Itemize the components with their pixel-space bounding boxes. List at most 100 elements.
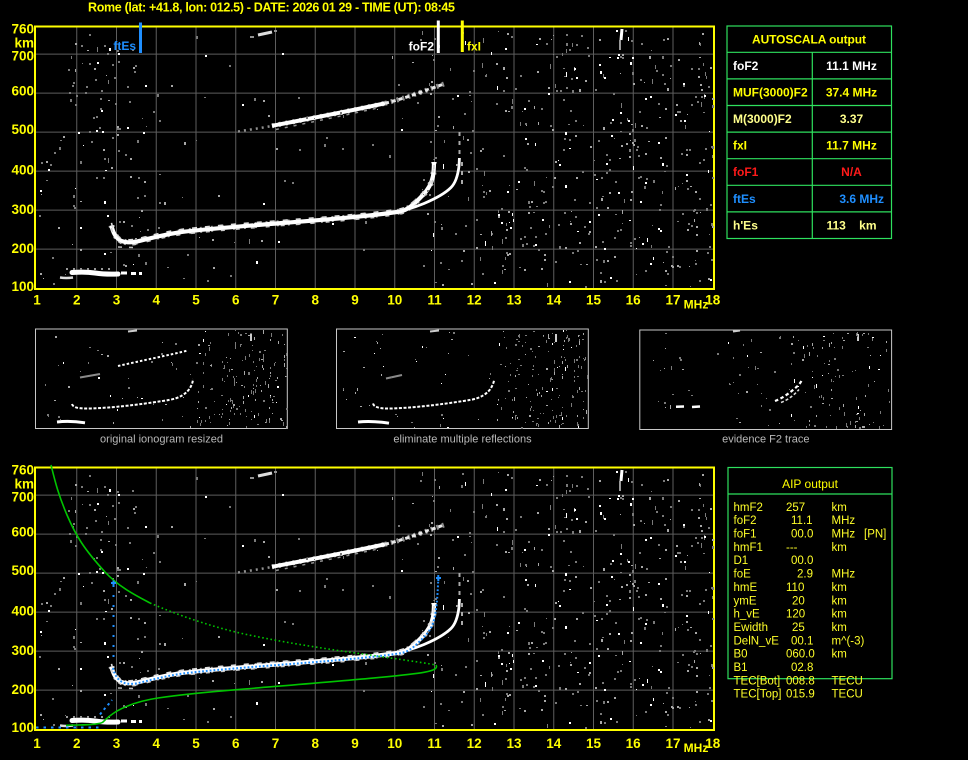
svg-text:14: 14 xyxy=(546,293,562,308)
svg-text:MHz: MHz xyxy=(832,569,856,581)
svg-text:113 km: 113 km xyxy=(826,218,876,232)
svg-text:N/A: N/A xyxy=(841,165,862,179)
svg-text:hmF1: hmF1 xyxy=(734,542,763,554)
svg-text:16: 16 xyxy=(626,293,642,308)
svg-text:D1: D1 xyxy=(734,555,749,567)
svg-text:6: 6 xyxy=(232,293,240,308)
svg-text:060.0: 060.0 xyxy=(786,649,815,661)
svg-text:4: 4 xyxy=(152,293,160,308)
svg-text:foE: foE xyxy=(734,569,752,581)
svg-text:foF1: foF1 xyxy=(733,165,759,179)
svg-text:Rome (lat: +41.8, lon: 012.5): Rome (lat: +41.8, lon: 012.5) - DATE: 20… xyxy=(88,1,455,15)
svg-text:200: 200 xyxy=(11,241,34,256)
svg-text:M(3000)F2: M(3000)F2 xyxy=(733,112,792,126)
svg-text:Ewidth: Ewidth xyxy=(734,622,769,634)
svg-text:DelN_vE: DelN_vE xyxy=(734,635,780,647)
svg-text:MHz: MHz xyxy=(684,298,709,312)
svg-text:4: 4 xyxy=(152,736,160,751)
svg-text:2.9: 2.9 xyxy=(797,569,813,581)
svg-text:760: 760 xyxy=(11,22,34,37)
svg-text:13: 13 xyxy=(506,736,522,751)
svg-text:km: km xyxy=(832,595,847,607)
svg-text:3.37: 3.37 xyxy=(840,112,864,126)
svg-text:TECU: TECU xyxy=(832,675,863,687)
svg-text:MHz: MHz xyxy=(832,529,856,541)
svg-text:11.1 MHz: 11.1 MHz xyxy=(826,59,877,73)
svg-text:15: 15 xyxy=(586,736,602,751)
svg-text:7: 7 xyxy=(272,736,280,751)
svg-text:hmE: hmE xyxy=(734,582,758,594)
svg-text:02.8: 02.8 xyxy=(791,662,813,674)
svg-text:7: 7 xyxy=(272,293,280,308)
svg-text:foF2: foF2 xyxy=(733,59,759,73)
svg-text:MHz: MHz xyxy=(684,741,709,755)
svg-text:14: 14 xyxy=(546,736,562,751)
svg-text:MHz: MHz xyxy=(832,515,856,527)
svg-text:10: 10 xyxy=(387,736,402,751)
svg-text:13: 13 xyxy=(506,293,522,308)
svg-text:100: 100 xyxy=(11,279,34,294)
svg-text:evidence F2 trace: evidence F2 trace xyxy=(722,434,809,446)
svg-text:11: 11 xyxy=(427,736,442,751)
svg-text:ftEs: ftEs xyxy=(113,39,136,53)
svg-text:17: 17 xyxy=(665,293,680,308)
svg-text:00.1: 00.1 xyxy=(791,635,813,647)
svg-text:12: 12 xyxy=(467,736,482,751)
svg-text:17: 17 xyxy=(665,736,680,751)
svg-text:B1: B1 xyxy=(734,662,748,674)
svg-text:6: 6 xyxy=(232,736,240,751)
svg-text:AUTOSCALA output: AUTOSCALA output xyxy=(752,33,866,47)
svg-text:hmF2: hmF2 xyxy=(734,502,763,514)
svg-text:12: 12 xyxy=(467,293,482,308)
svg-text:37.4 MHz: 37.4 MHz xyxy=(826,85,877,99)
svg-text:km: km xyxy=(832,502,847,514)
svg-text:11.1: 11.1 xyxy=(791,515,813,527)
svg-text:foF2: foF2 xyxy=(409,40,435,54)
svg-text:5: 5 xyxy=(192,293,200,308)
svg-text:9: 9 xyxy=(351,293,359,308)
svg-text:3: 3 xyxy=(113,293,121,308)
svg-text:9: 9 xyxy=(351,736,359,751)
svg-text:2: 2 xyxy=(73,293,81,308)
svg-text:15: 15 xyxy=(586,293,602,308)
svg-text:500: 500 xyxy=(11,122,34,137)
svg-text:fxI: fxI xyxy=(733,139,747,153)
svg-text:3.6 MHz: 3.6 MHz xyxy=(839,192,884,206)
svg-text:8: 8 xyxy=(311,736,319,751)
svg-text:015.9: 015.9 xyxy=(786,689,815,701)
svg-text:ymE: ymE xyxy=(734,595,757,607)
svg-text:257: 257 xyxy=(786,502,805,514)
svg-text:400: 400 xyxy=(11,162,34,177)
svg-text:foF2: foF2 xyxy=(734,515,757,527)
svg-text:1: 1 xyxy=(33,736,41,751)
svg-text:700: 700 xyxy=(11,48,34,63)
svg-text:00.0: 00.0 xyxy=(791,555,813,567)
svg-text:foF1: foF1 xyxy=(734,529,757,541)
svg-text:3: 3 xyxy=(113,736,121,751)
svg-text:[PN]: [PN] xyxy=(864,529,886,541)
svg-text:11: 11 xyxy=(427,293,442,308)
svg-text:5: 5 xyxy=(192,736,200,751)
svg-text:m^(-3): m^(-3) xyxy=(832,635,865,647)
svg-text:16: 16 xyxy=(626,736,642,751)
svg-text:B0: B0 xyxy=(734,649,748,661)
svg-text:km: km xyxy=(832,622,847,634)
svg-text:km: km xyxy=(832,542,847,554)
svg-text:300: 300 xyxy=(11,202,34,217)
svg-text:120: 120 xyxy=(786,609,805,621)
svg-text:km: km xyxy=(832,649,847,661)
svg-text:original ionogram resized: original ionogram resized xyxy=(100,434,223,446)
svg-text:8: 8 xyxy=(311,293,319,308)
svg-text:km: km xyxy=(832,609,847,621)
svg-text:ftEs: ftEs xyxy=(733,192,756,206)
svg-text:fxI: fxI xyxy=(467,40,481,54)
svg-text:1: 1 xyxy=(33,293,41,308)
svg-text:TEC[Top]: TEC[Top] xyxy=(734,689,782,701)
svg-text:MUF(3000)F2: MUF(3000)F2 xyxy=(733,85,808,99)
svg-text:AIP output: AIP output xyxy=(782,477,838,491)
svg-text:008.8: 008.8 xyxy=(786,675,815,687)
svg-text:eliminate multiple reflections: eliminate multiple reflections xyxy=(393,434,532,446)
svg-text:10: 10 xyxy=(387,293,402,308)
svg-text:h'Es: h'Es xyxy=(733,218,758,232)
svg-text:TEC[Bot]: TEC[Bot] xyxy=(734,675,781,687)
